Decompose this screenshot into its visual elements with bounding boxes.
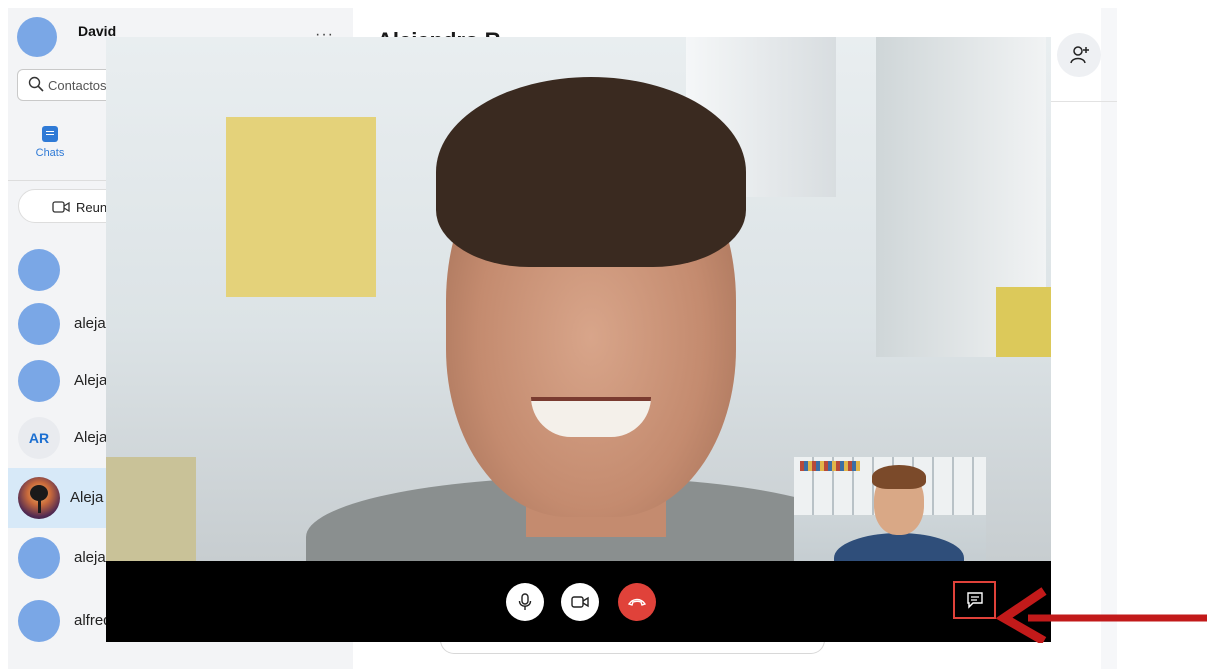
background-object <box>996 287 1051 357</box>
video-meet-icon <box>52 201 70 213</box>
microphone-button[interactable] <box>506 583 544 621</box>
contact-name: aleja <box>74 315 106 332</box>
camera-button[interactable] <box>561 583 599 621</box>
hang-up-icon <box>628 598 646 606</box>
right-panel-edge <box>1101 8 1117 669</box>
tab-chats[interactable]: Chats <box>30 126 70 159</box>
avatar <box>18 303 60 345</box>
open-chat-button[interactable] <box>953 581 996 619</box>
hang-up-button[interactable] <box>618 583 656 621</box>
message-input-edge <box>440 640 825 654</box>
search-icon <box>28 76 44 92</box>
contact-name: Aleja <box>74 429 108 446</box>
background-books <box>800 461 860 471</box>
add-person-icon <box>1070 46 1089 64</box>
microphone-icon <box>518 593 532 610</box>
chat-toggle-icon <box>966 592 983 609</box>
person-hair <box>872 465 926 489</box>
self-view-video[interactable] <box>794 457 986 575</box>
arrow-annotation <box>996 587 1207 643</box>
avatar <box>18 360 60 402</box>
profile-avatar[interactable] <box>17 17 57 57</box>
meet-now-label: Reun <box>76 200 108 215</box>
video-call-window <box>106 37 1051 642</box>
avatar <box>18 600 60 642</box>
avatar-initials: AR <box>18 417 60 459</box>
avatar-photo <box>18 477 60 519</box>
avatar <box>18 249 60 291</box>
tab-chats-label: Chats <box>35 147 65 159</box>
add-person-button[interactable] <box>1057 33 1101 77</box>
person-hair <box>436 77 746 267</box>
contact-name: Aleja <box>74 372 108 389</box>
camera-icon <box>571 596 589 608</box>
header-divider <box>1050 101 1117 102</box>
background-shelf <box>226 117 376 297</box>
search-placeholder: Contactos <box>48 78 107 93</box>
contact-name: Aleja <box>70 489 104 506</box>
chat-icon <box>42 126 58 142</box>
avatar <box>18 537 60 579</box>
call-control-bar <box>106 561 1051 642</box>
background-object <box>106 457 196 561</box>
